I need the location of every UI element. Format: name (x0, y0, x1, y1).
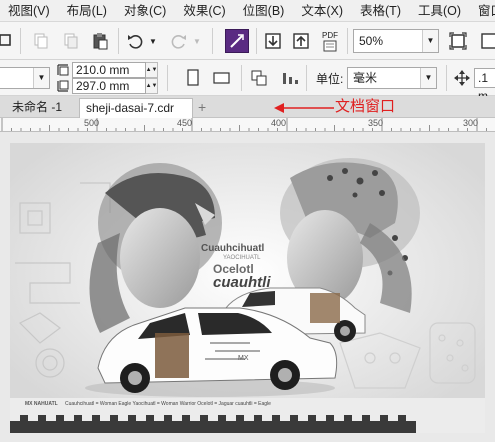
chevron-down-icon: ▼ (33, 68, 49, 88)
nudge-icon (453, 68, 471, 88)
artwork-title-line1-sub: YAOCIHUATL (223, 255, 261, 261)
new-tab-button[interactable]: + (194, 98, 212, 118)
toolbar-separator (212, 28, 213, 54)
zoom-level-select[interactable]: 50% ▼ (353, 29, 439, 53)
units-value: 毫米 (353, 71, 378, 85)
standard-toolbar: ▼ ▼ PDF 50% ▼ (0, 22, 495, 60)
toolbar-separator (306, 65, 307, 91)
import-icon[interactable] (262, 30, 284, 52)
pdf-label: PDF (322, 30, 338, 40)
show-rulers-icon[interactable] (480, 30, 495, 52)
annotation-arrow-icon (274, 103, 334, 113)
toolbar-separator (256, 28, 257, 54)
tab-sheji-dasai-7[interactable]: sheji-dasai-7.cdr (79, 98, 193, 118)
ruler-label: 300 (463, 118, 479, 128)
ruler-label: 400 (271, 118, 287, 128)
document-window-annotation: 文档窗口 (335, 98, 396, 115)
ruler-ticks (1, 118, 487, 131)
search-content-icon[interactable] (225, 29, 249, 53)
units-label: 单位: (316, 72, 344, 86)
footer-translation-line: Cuauhcihuatl = Woman Eagle Yaocihuatl = … (65, 401, 271, 407)
redo-icon[interactable] (168, 30, 190, 52)
menu-tools[interactable]: 工具(O) (410, 0, 470, 22)
page-width-icon (56, 63, 70, 77)
page-width-input[interactable]: 210.0 mm (72, 62, 146, 78)
toolbar-separator (347, 28, 348, 54)
export-icon[interactable] (290, 30, 312, 52)
property-bar: ▼ 210.0 mm ▲▼ 297.0 mm ▲▼ 单位: 毫米 ▼ .1 (0, 60, 495, 103)
page-height-spinner[interactable]: ▲▼ (146, 78, 158, 94)
page-width-value: 210.0 mm (76, 63, 130, 77)
coreldraw-window: 视图(V) 布局(L) 对象(C) 效果(C) 位图(B) 文本(X) 表格(T… (0, 0, 495, 442)
all-pages-icon[interactable] (248, 67, 270, 89)
copy-icon[interactable] (60, 30, 82, 52)
toolbar-separator (446, 65, 447, 91)
toolbar-separator (118, 28, 119, 54)
menu-view[interactable]: 视图(V) (0, 0, 59, 22)
menu-text[interactable]: 文本(X) (293, 0, 352, 22)
page-height-value: 297.0 mm (76, 79, 130, 93)
ruler-label: 500 (84, 118, 100, 128)
menu-table[interactable]: 表格(T) (352, 0, 410, 22)
undo-icon[interactable] (124, 30, 146, 52)
toolbar-separator (20, 28, 21, 54)
full-screen-icon[interactable] (447, 30, 469, 52)
tab-untitled-1[interactable]: 未命名 -1 (6, 98, 68, 118)
ruler-label: 350 (368, 118, 384, 128)
toolbar-separator (167, 65, 168, 91)
menu-effects[interactable]: 效果(C) (175, 0, 234, 22)
drawing-page[interactable]: Cuauhcihuatl YAOCIHUATL Ocelotl cuauhtli… (10, 143, 485, 433)
zoom-level-value: 50% (359, 34, 384, 48)
menu-bar: 视图(V) 布局(L) 对象(C) 效果(C) 位图(B) 文本(X) 表格(T… (0, 0, 495, 22)
page-size-select[interactable]: ▼ (0, 67, 50, 89)
publish-pdf-icon[interactable]: PDF (318, 28, 342, 54)
chevron-down-icon: ▼ (420, 68, 436, 88)
cut-icon[interactable] (30, 30, 52, 52)
undo-dropdown-icon[interactable]: ▼ (147, 30, 159, 52)
portrait-icon[interactable] (183, 67, 203, 89)
horizontal-ruler[interactable]: 500 450 400 350 300 (0, 118, 495, 132)
ruler-label: 450 (177, 118, 193, 128)
redo-dropdown-icon[interactable]: ▼ (191, 30, 203, 52)
artwork-title-line3: cuauhtli (213, 274, 271, 291)
current-page-icon[interactable] (279, 67, 301, 89)
page-height-icon (56, 79, 70, 93)
page-height-input[interactable]: 297.0 mm (72, 78, 146, 94)
menu-window[interactable]: 窗口 (470, 0, 495, 22)
landscape-icon[interactable] (211, 67, 233, 89)
units-select[interactable]: 毫米 ▼ (347, 67, 437, 89)
chevron-down-icon: ▼ (422, 30, 438, 52)
nudge-distance-input[interactable]: .1 m (474, 68, 495, 103)
document-tabs-bar: 未命名 -1 sheji-dasai-7.cdr + (0, 96, 495, 118)
menu-bitmaps[interactable]: 位图(B) (235, 0, 294, 22)
menu-layout[interactable]: 布局(L) (59, 0, 116, 22)
footer-brand: MX NAHUATL (25, 401, 58, 407)
artwork-title-line1: Cuauhcihuatl (201, 243, 265, 254)
paste-icon[interactable] (89, 30, 111, 52)
toolbar-separator (241, 65, 242, 91)
page-width-spinner[interactable]: ▲▼ (146, 62, 158, 78)
print-icon[interactable] (0, 30, 14, 50)
menu-object[interactable]: 对象(C) (116, 0, 175, 22)
car-badge: MX (238, 355, 249, 362)
